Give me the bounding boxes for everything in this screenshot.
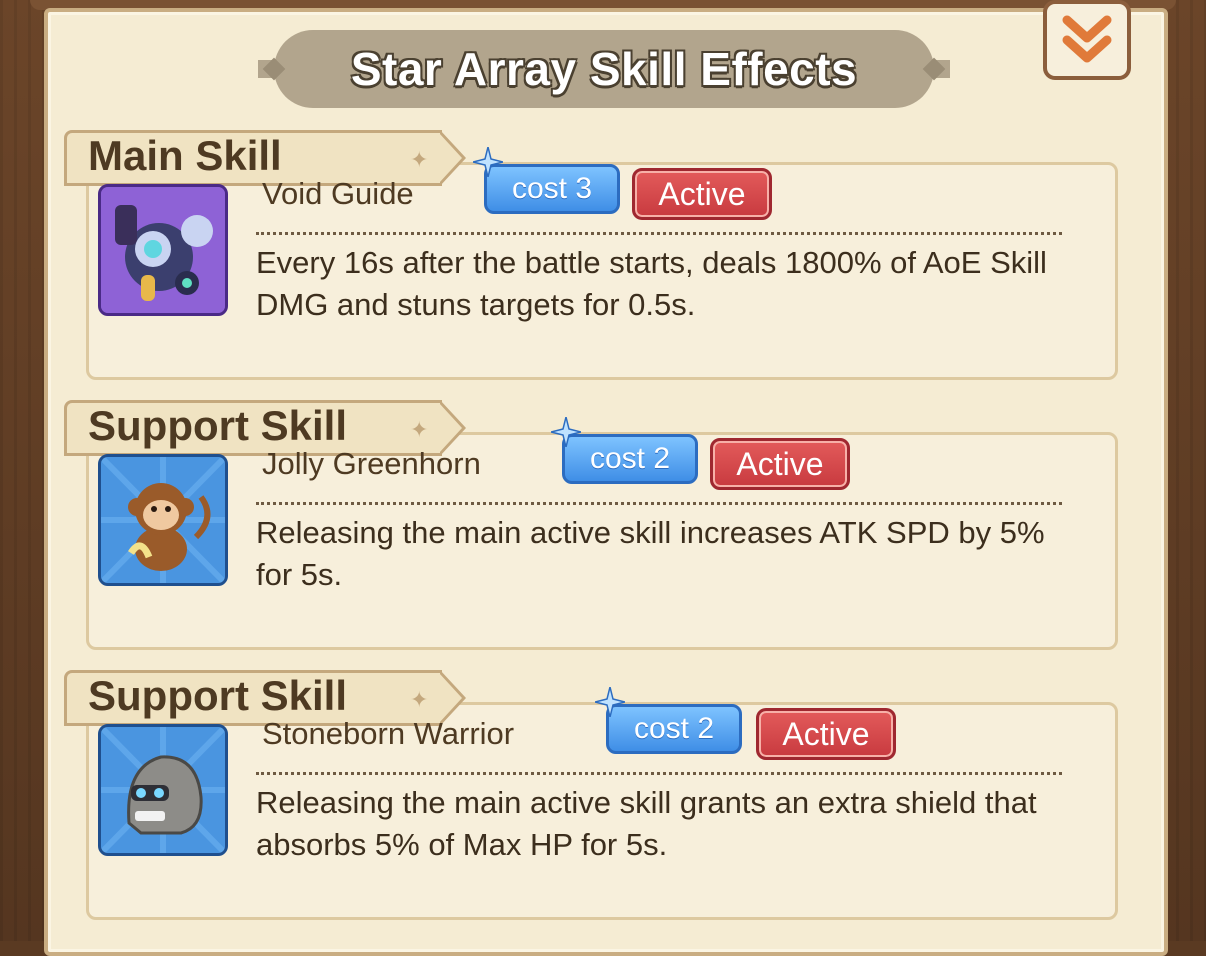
void-guide-icon[interactable]: [98, 184, 228, 316]
section-title: Support Skill: [88, 672, 348, 719]
cost-badge: cost 3: [473, 147, 620, 214]
active-badge: Active: [710, 438, 850, 490]
active-badge: Active: [632, 168, 772, 220]
monkey-icon[interactable]: [98, 454, 228, 586]
cost-badge: cost 2: [551, 417, 698, 484]
section-main-skill: Main Skill ✦ Void Guide cost 3 Active Ev…: [64, 130, 1124, 386]
status-label: Active: [736, 445, 824, 482]
skill-name: Stoneborn Warrior: [262, 716, 515, 751]
cost-label: cost 2: [589, 442, 671, 475]
active-badge: Active: [756, 708, 896, 760]
cost-label: cost 2: [633, 712, 715, 745]
double-chevron-down-icon: [1062, 15, 1112, 63]
sparkle-icon: ✦: [410, 148, 429, 173]
status-label: Active: [782, 715, 870, 752]
skill-name: Jolly Greenhorn: [262, 446, 481, 481]
sparkle-icon: [595, 687, 625, 717]
section-title: Main Skill: [88, 132, 282, 179]
skill-description: Every 16s after the battle starts, deals…: [256, 245, 1047, 322]
collapse-button[interactable]: [1043, 0, 1131, 80]
dotted-divider: [256, 502, 1062, 505]
section-support-skill-1: Support Skill ✦ Jolly Greenhorn cost 2 A…: [64, 400, 1124, 656]
status-label: Active: [658, 175, 746, 212]
sparkle-icon: ✦: [410, 418, 429, 443]
stone-golem-art: [101, 727, 225, 853]
tab-arrow-inner: [439, 133, 462, 183]
sparkle-icon: ✦: [410, 688, 429, 713]
skill-description: Releasing the main active skill increase…: [256, 515, 1045, 592]
dotted-divider: [256, 772, 1062, 775]
title-plate: Star Array Skill Effects: [258, 30, 950, 108]
section-title: Support Skill: [88, 402, 348, 449]
skill-name: Void Guide: [262, 176, 414, 211]
panel-title: Star Array Skill Effects: [350, 43, 858, 95]
sparkle-icon: [551, 417, 581, 447]
section-support-skill-2: Support Skill ✦ Stoneborn Warrior cost 2…: [64, 670, 1124, 926]
cost-badge: cost 2: [595, 687, 742, 754]
monkey-art: [101, 457, 225, 583]
stone-golem-icon[interactable]: [98, 724, 228, 856]
sparkle-icon: [473, 147, 503, 177]
cost-label: cost 3: [511, 172, 593, 205]
dotted-divider: [256, 232, 1062, 235]
void-guide-art: [101, 187, 225, 313]
skill-description: Releasing the main active skill grants a…: [256, 785, 1037, 862]
